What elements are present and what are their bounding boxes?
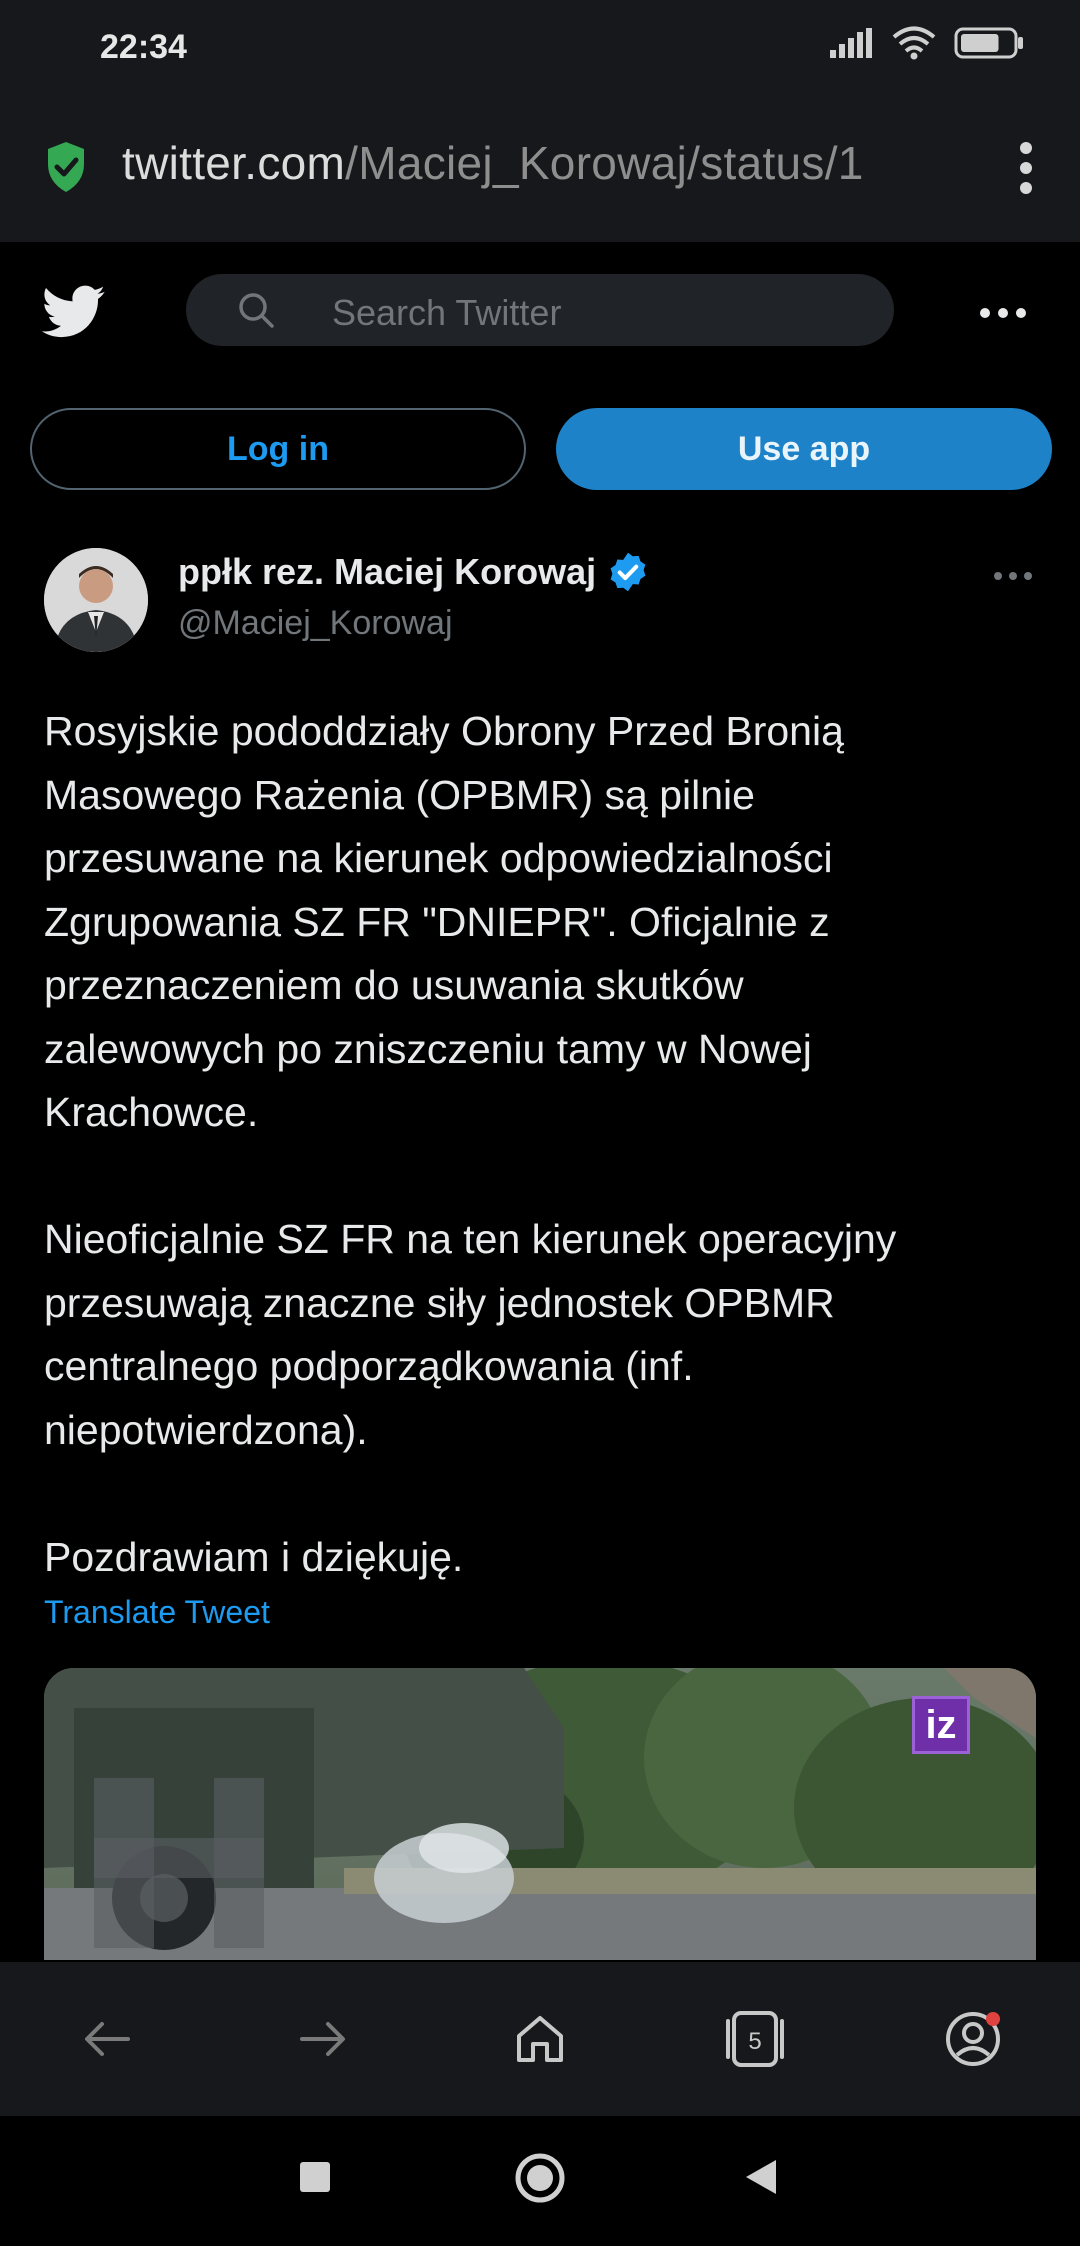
back-triangle-icon[interactable]: [744, 2158, 778, 2196]
author-name[interactable]: ppłk rez. Maciej Korowaj: [178, 550, 650, 594]
avatar[interactable]: [44, 548, 148, 652]
author-name-text: ppłk rez. Maciej Korowaj: [178, 551, 597, 592]
avatar-photo: [44, 548, 148, 652]
home-circle-icon[interactable]: [514, 2152, 566, 2204]
translate-tweet-link[interactable]: Translate Tweet: [44, 1594, 270, 1631]
verified-badge-icon: [610, 552, 646, 592]
more-options-icon[interactable]: [980, 308, 1026, 318]
tweet-text: Rosyjskie pododdziały Obrony Przed Broni…: [44, 708, 897, 1580]
search-input[interactable]: Search Twitter: [186, 274, 894, 346]
browser-bottom-nav: 5: [0, 1962, 1080, 2116]
profile-icon[interactable]: [938, 2004, 1008, 2074]
status-bar: 22:34: [0, 0, 1080, 96]
url-path: /Maciej_Korowaj/status/1: [345, 137, 864, 189]
wifi-icon: [892, 26, 936, 60]
search-icon: [239, 293, 274, 328]
tabs-icon[interactable]: 5: [720, 2004, 790, 2074]
shield-check-icon: [48, 142, 84, 192]
use-app-button[interactable]: Use app: [556, 408, 1052, 490]
forward-arrow-icon[interactable]: [288, 2004, 358, 2074]
back-arrow-icon[interactable]: [72, 2004, 142, 2074]
notification-dot: [986, 2012, 1000, 2026]
twitter-header: Search Twitter: [0, 242, 1080, 392]
battery-icon: [954, 27, 1023, 59]
system-nav-bar: [0, 2116, 1080, 2246]
twitter-bird-icon[interactable]: [42, 284, 106, 340]
url-text[interactable]: twitter.com/Maciej_Korowaj/status/1: [122, 136, 952, 196]
signal-icon: [830, 28, 872, 58]
search-placeholder: Search Twitter: [332, 292, 562, 333]
home-icon[interactable]: [505, 2004, 575, 2074]
tweet-media[interactable]: iz: [44, 1668, 1036, 1960]
login-button[interactable]: Log in: [30, 408, 526, 490]
url-domain: twitter.com: [122, 137, 346, 189]
status-icons: [830, 26, 1024, 60]
tab-count: 5: [748, 2028, 761, 2055]
recents-icon[interactable]: [298, 2160, 332, 2194]
browser-menu-icon[interactable]: [1016, 142, 1036, 198]
status-time: 22:34: [100, 28, 187, 66]
author-handle[interactable]: @Maciej_Korowaj: [178, 604, 453, 643]
tweet-more-icon[interactable]: [994, 572, 1032, 580]
media-image: [44, 1668, 1036, 1960]
browser-url-bar[interactable]: twitter.com/Maciej_Korowaj/status/1: [0, 96, 1080, 242]
media-badge: iz: [912, 1696, 970, 1754]
